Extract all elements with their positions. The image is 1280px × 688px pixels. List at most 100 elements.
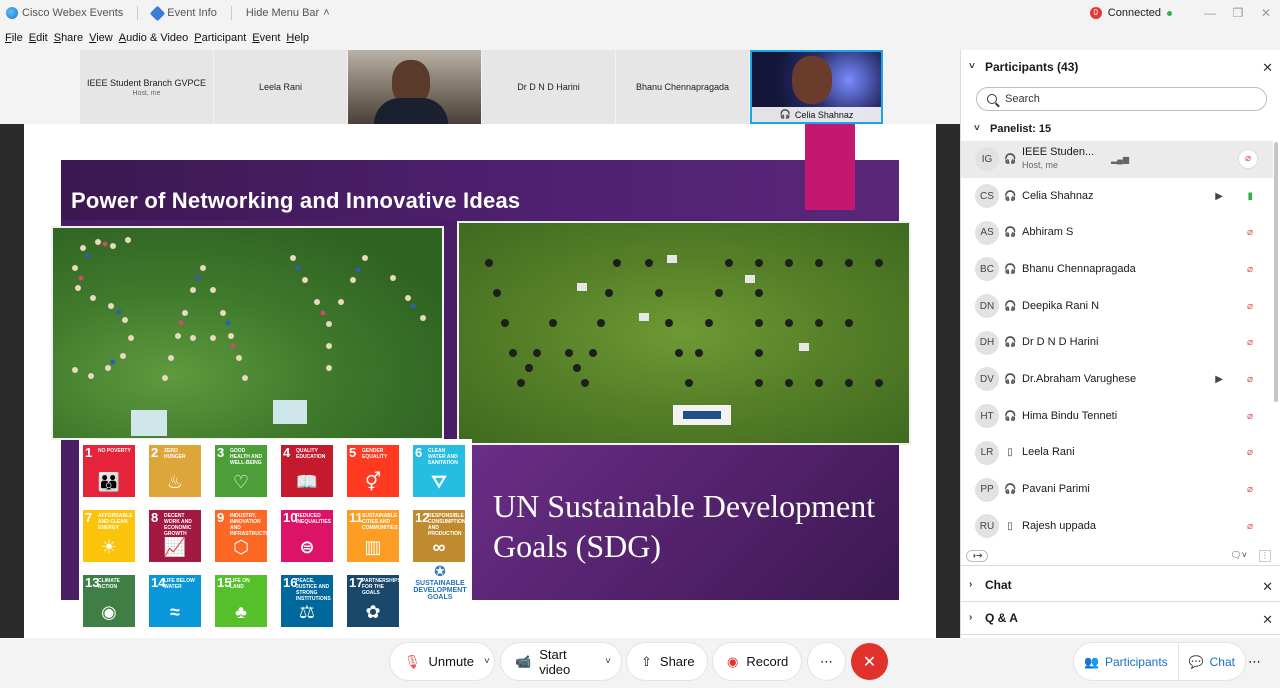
participant-row[interactable]: DH 🎧 Dr D N D Harini ⌀ [961, 324, 1273, 361]
chevron-down-icon: ˅ [969, 61, 975, 72]
participant-list-scrollbar[interactable] [1274, 142, 1278, 402]
chat-toggle-button[interactable]: 💬 Chat [1177, 643, 1245, 680]
participant-name-block: Hima Bindu Tenneti [1022, 410, 1273, 423]
menu-file[interactable]: File [5, 32, 23, 44]
participant-row[interactable]: PP 🎧 Pavani Parimi ⌀ [961, 471, 1273, 508]
record-button[interactable]: ◉ Record [713, 643, 801, 680]
avatar: DV [975, 367, 999, 392]
sdg-tile: 15 LIFE ON LAND ♣ [215, 575, 267, 627]
mic-muted-icon: ⌀ [1246, 337, 1253, 349]
sdg-goal-icon: ∞ [432, 537, 446, 557]
sdg-tile: 5 GENDER EQUALITY ⚥ [347, 445, 399, 497]
participants-header[interactable]: ˅ Participants (43) ✕ [961, 50, 1280, 84]
participant-name-block: Leela Rani [1022, 446, 1273, 459]
thumbnail-harini[interactable]: Dr D N D Harini [482, 50, 615, 124]
event-info-label: Event Info [167, 7, 217, 19]
more-options-button[interactable]: ⋯ [808, 643, 845, 680]
info-icon [150, 5, 166, 21]
start-video-button[interactable]: 📹 Start video ˅ [501, 643, 621, 680]
maximize-button[interactable]: ❐ [1224, 6, 1252, 20]
participant-row[interactable]: DV 🎧 Dr.Abraham Varughese ▶ ⌀ [961, 361, 1273, 398]
video-strip: IEEE Student Branch GVPCE Host, me Leela… [80, 50, 884, 124]
sdg-goal-icon: ⛛ [431, 472, 447, 492]
participant-row[interactable]: CS 🎧 Celia Shahnaz ▶ ▮ [961, 178, 1273, 215]
event-info-button[interactable]: Event Info [150, 5, 217, 21]
mic-muted-icon: ⌀ [1246, 373, 1253, 385]
unmute-button[interactable]: 🎙 Unmute ˅ [390, 643, 494, 680]
sdg-goal-icon: ▥ [364, 537, 382, 557]
participants-title: Participants (43) [985, 60, 1079, 74]
menu-view[interactable]: View [89, 32, 113, 44]
thumbnail-active-speaker[interactable]: 🎧 Celia Shahnaz [750, 50, 883, 124]
participant-row[interactable]: AS 🎧 Abhiram S ⌀ [961, 214, 1273, 251]
chevron-right-icon: › [969, 612, 973, 623]
panelist-group-header[interactable]: ˅ Panelist: 15 [961, 120, 1051, 138]
sdg-name: PEACE, JUSTICE AND STRONG INSTITUTIONS [296, 578, 331, 602]
sdg-goal-icon: ☀ [100, 537, 118, 557]
menu-event[interactable]: Event [252, 32, 280, 44]
participant-name-block: Dr.Abraham Varughese [1022, 373, 1273, 386]
participant-row[interactable]: BC 🎧 Bhanu Chennapragada ⌀ [961, 251, 1273, 288]
participant-row[interactable]: RU ▯ Rajesh uppada ⌀ [961, 508, 1273, 545]
mic-muted-icon: ⌀ [1246, 447, 1253, 459]
close-participants-button[interactable]: ✕ [1262, 60, 1273, 76]
notification-badge[interactable]: 0 [1089, 7, 1102, 19]
sdg-tile: 9 INDUSTRY, INNOVATION AND INFRASTRUCTURE… [215, 510, 267, 562]
chevron-down-icon[interactable]: ˅ [605, 656, 611, 667]
people-formation-say [72, 237, 426, 436]
close-window-button[interactable]: ✕ [1252, 6, 1280, 20]
participant-name-block: Rajesh uppada [1022, 520, 1273, 533]
more-options-icon[interactable]: ⋮ [1259, 550, 1271, 562]
participant-name-block: Pavani Parimi [1022, 483, 1273, 496]
participant-name-block: IEEE Studen... Host, me [1022, 146, 1273, 172]
participant-row[interactable]: DN 🎧 Deepika Rani N ⌀ [961, 288, 1273, 325]
headset-icon: 🎧 [1004, 373, 1017, 385]
sdg-name: GENDER EQUALITY [362, 448, 388, 460]
participant-name-block: Celia Shahnaz [1022, 190, 1273, 203]
participant-list: IG 🎧 IEEE Studen... Host, me ▂▄▆ ⌀ CS 🎧 Celia Sh… [961, 141, 1273, 545]
menu-bar: File Edit Share View Audio & Video Parti… [0, 26, 1280, 50]
sdg-goal-icon: ◉ [101, 602, 117, 622]
minimize-button[interactable]: — [1196, 6, 1224, 20]
close-chat-button[interactable]: ✕ [1262, 579, 1273, 595]
close-qa-button[interactable]: ✕ [1262, 612, 1273, 628]
chevron-down-icon[interactable]: ˅ [484, 656, 490, 667]
mute-all-toggle[interactable]: ◑➔ [966, 550, 988, 562]
avatar: BC [975, 257, 999, 282]
participant-row[interactable]: IG 🎧 IEEE Studen... Host, me ▂▄▆ ⌀ [961, 141, 1273, 178]
reaction-menu-button[interactable]: 🗨˅ [1230, 550, 1247, 561]
participant-name: Bhanu Chennapragada [1022, 262, 1136, 275]
hide-menu-bar-button[interactable]: Hide Menu Bar ˄ [246, 7, 330, 19]
thumbnail-leela-rani[interactable]: Leela Rani [214, 50, 347, 124]
menu-edit[interactable]: Edit [29, 32, 48, 44]
sdg-tile: 6 CLEAN WATER AND SANITATION ⛛ [413, 445, 465, 497]
menu-participant[interactable]: Participant [194, 32, 246, 44]
sdg-tile: 8 DECENT WORK AND ECONOMIC GROWTH 📈 [149, 510, 201, 562]
participant-name: Abhiram S [1022, 226, 1074, 239]
thumbnail-name: Dr D N D Harini [517, 82, 580, 92]
participant-search-input[interactable]: Search [976, 87, 1267, 111]
leave-meeting-button[interactable]: ✕ [851, 643, 888, 680]
phone-icon: ▯ [1007, 447, 1013, 459]
thumbnail-video-participant[interactable] [348, 50, 481, 124]
headset-icon: 🎧 [779, 109, 791, 119]
participant-row[interactable]: HT 🎧 Hima Bindu Tenneti ⌀ [961, 398, 1273, 435]
thumbnail-bhanu[interactable]: Bhanu Chennapragada [616, 50, 749, 124]
hide-menu-label: Hide Menu Bar [245, 7, 320, 19]
participants-icon: 👥 [1084, 654, 1099, 669]
participant-row[interactable]: LR ▯ Leela Rani ⌀ [961, 435, 1273, 472]
share-button[interactable]: ⇧ Share [627, 643, 707, 680]
participants-toggle-button[interactable]: 👥 Participants [1074, 643, 1178, 680]
sdg-number: 2 [151, 445, 159, 460]
sdg-name: GOOD HEALTH AND WELL-BEING [230, 448, 262, 466]
menu-share[interactable]: Share [54, 32, 83, 44]
menu-audio-video[interactable]: Audio & Video [119, 32, 189, 44]
qa-section-header[interactable]: › Q & A ✕ [961, 602, 1280, 635]
chat-section-header[interactable]: › Chat ✕ [961, 569, 1280, 602]
participant-name: Dr D N D Harini [1022, 336, 1099, 349]
avatar: RU [975, 514, 999, 539]
panel-more-button[interactable]: ⋯ [1236, 643, 1273, 680]
participant-name: Celia Shahnaz [1022, 189, 1094, 202]
menu-help[interactable]: Help [286, 32, 309, 44]
thumbnail-ieee-student-branch[interactable]: IEEE Student Branch GVPCE Host, me [80, 50, 213, 124]
